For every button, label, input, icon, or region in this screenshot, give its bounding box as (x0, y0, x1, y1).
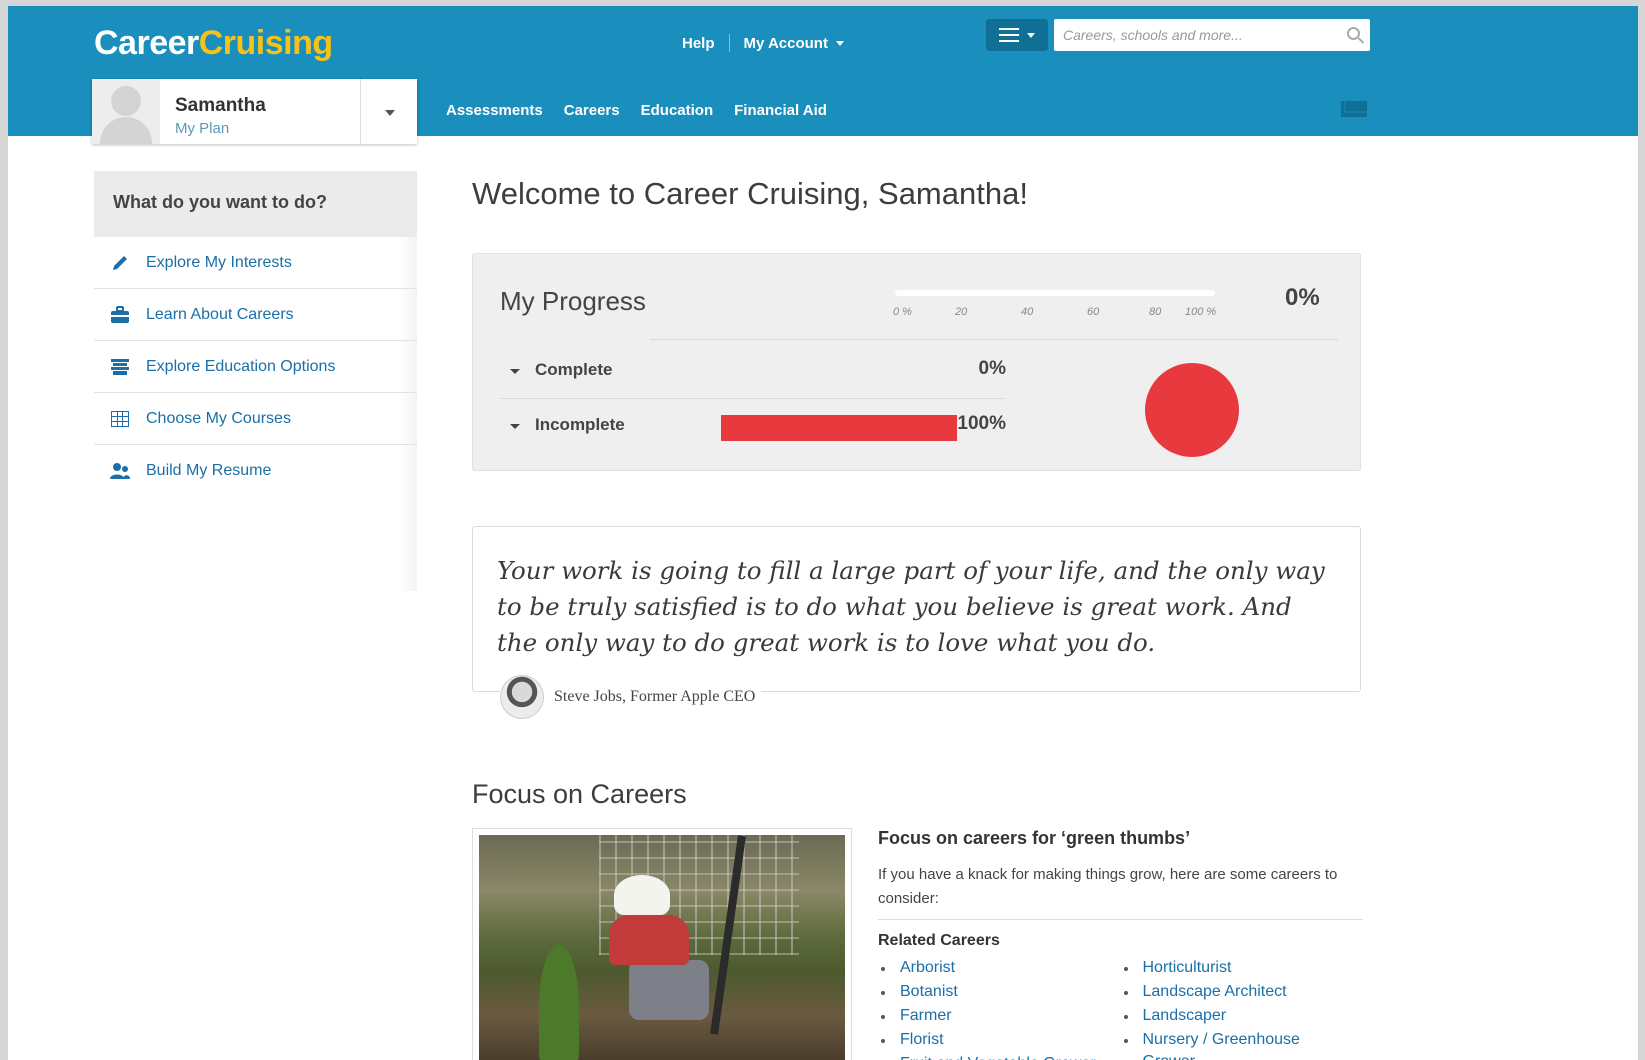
search-input[interactable] (1054, 19, 1324, 51)
sidebar-item-explore-interests[interactable]: Explore My Interests (94, 237, 417, 289)
sidebar-item-learn-careers[interactable]: Learn About Careers (94, 289, 417, 341)
career-link[interactable]: Florist (878, 1028, 1121, 1052)
chevron-down-icon (1027, 32, 1035, 38)
pencil-icon (109, 253, 131, 273)
search-box (1054, 19, 1370, 51)
nav-education[interactable]: Education (641, 102, 714, 119)
scale-label: 20 (955, 306, 968, 318)
mail-icon[interactable] (1341, 101, 1367, 117)
career-link[interactable]: Farmer (878, 1004, 1121, 1028)
progress-track (895, 290, 1215, 296)
divider (500, 398, 1006, 399)
chevron-down-icon (835, 41, 844, 47)
sidebar-heading: What do you want to do? (94, 171, 417, 237)
scale-label: 60 (1087, 306, 1100, 318)
sidebar-item-build-resume[interactable]: Build My Resume (94, 445, 417, 497)
focus-info: Focus on careers for ‘green thumbs’ If y… (878, 828, 1363, 1060)
gardener-photo (479, 835, 845, 1060)
caret-down-icon (510, 424, 520, 429)
related-careers-list: Arborist Botanist Farmer Florist Fruit a… (878, 956, 1363, 1060)
briefcase-icon (109, 305, 131, 325)
complete-bar (721, 360, 957, 386)
scale-label: 40 (1021, 306, 1034, 318)
career-link[interactable]: Nursery / GreenhouseGrower (1121, 1028, 1364, 1060)
author-photo (500, 675, 544, 719)
careers-column-2: Horticulturist Landscape Architect Lands… (1121, 956, 1364, 1060)
author-name: Steve Jobs, Former Apple CEO (554, 688, 756, 705)
sidebar-item-choose-courses[interactable]: Choose My Courses (94, 393, 417, 445)
progress-total: 0% (1285, 284, 1320, 311)
progress-scale: 0 % 20 40 60 80 100 % (893, 290, 1233, 324)
main-nav: Assessments Careers Education Financial … (446, 102, 827, 119)
calendar-grid-icon (109, 409, 131, 429)
sidebar-item-education-options[interactable]: Explore Education Options (94, 341, 417, 393)
quote-author: Steve Jobs, Former Apple CEO (500, 675, 762, 719)
user-card: Samantha My Plan (92, 79, 417, 144)
search-icon[interactable] (1347, 27, 1360, 40)
career-link[interactable]: Landscape Architect (1121, 980, 1364, 1004)
avatar[interactable] (92, 79, 160, 144)
scale-label: 100 % (1185, 306, 1217, 318)
progress-row-complete[interactable]: Complete 0% (500, 345, 1006, 399)
career-link[interactable]: Botanist (878, 980, 1121, 1004)
nav-careers[interactable]: Careers (564, 102, 620, 119)
career-link[interactable]: Fruit and Vegetable Grower (878, 1052, 1121, 1060)
scale-label: 0 % (893, 306, 912, 318)
progress-title: My Progress (500, 286, 646, 316)
people-icon (109, 461, 131, 481)
career-link-continued: Grower (1143, 1050, 1195, 1060)
progress-pie-chart (1145, 363, 1239, 457)
school-icon (109, 357, 131, 377)
incomplete-bar (721, 415, 957, 441)
focus-section-title: Focus on Careers (472, 779, 687, 809)
related-careers-heading: Related Careers (878, 932, 1000, 949)
caret-down-icon (385, 110, 395, 116)
career-link[interactable]: Landscaper (1121, 1004, 1364, 1028)
scale-label: 80 (1149, 306, 1162, 318)
divider (650, 339, 1338, 340)
my-account-menu[interactable]: My Account (744, 35, 844, 52)
focus-image[interactable] (472, 828, 852, 1060)
focus-description: If you have a knack for making things gr… (878, 863, 1363, 920)
my-plan-link[interactable]: My Plan (175, 120, 229, 137)
quote-box: Your work is going to fill a large part … (472, 526, 1361, 719)
career-link[interactable]: Horticulturist (1121, 956, 1364, 980)
help-link[interactable]: Help (682, 35, 715, 52)
nav-assessments[interactable]: Assessments (446, 102, 543, 119)
top-links: Help My Account (682, 34, 844, 52)
nav-financial-aid[interactable]: Financial Aid (734, 102, 827, 119)
quote-text: Your work is going to fill a large part … (497, 556, 1325, 657)
divider (728, 34, 730, 52)
caret-down-icon (510, 369, 520, 374)
user-dropdown-button[interactable] (360, 79, 417, 144)
focus-title: Focus on careers for ‘green thumbs’ (878, 828, 1191, 848)
user-name[interactable]: Samantha (175, 95, 266, 117)
progress-row-incomplete[interactable]: Incomplete 100% (500, 400, 1006, 454)
career-link[interactable]: Arborist (878, 956, 1121, 980)
list-menu-button[interactable] (986, 19, 1048, 51)
browser-page: CareerCruising Help My Account Assessmen… (8, 6, 1638, 1060)
list-icon (999, 28, 1019, 42)
careers-column-1: Arborist Botanist Farmer Florist Fruit a… (878, 956, 1121, 1060)
sidebar: What do you want to do? Explore My Inter… (94, 171, 417, 591)
progress-panel: My Progress 0 % 20 40 60 80 100 % 0% Com… (472, 253, 1361, 471)
career-cruising-logo[interactable]: CareerCruising (94, 24, 333, 63)
welcome-heading: Welcome to Career Cruising, Samantha! (472, 176, 1028, 211)
